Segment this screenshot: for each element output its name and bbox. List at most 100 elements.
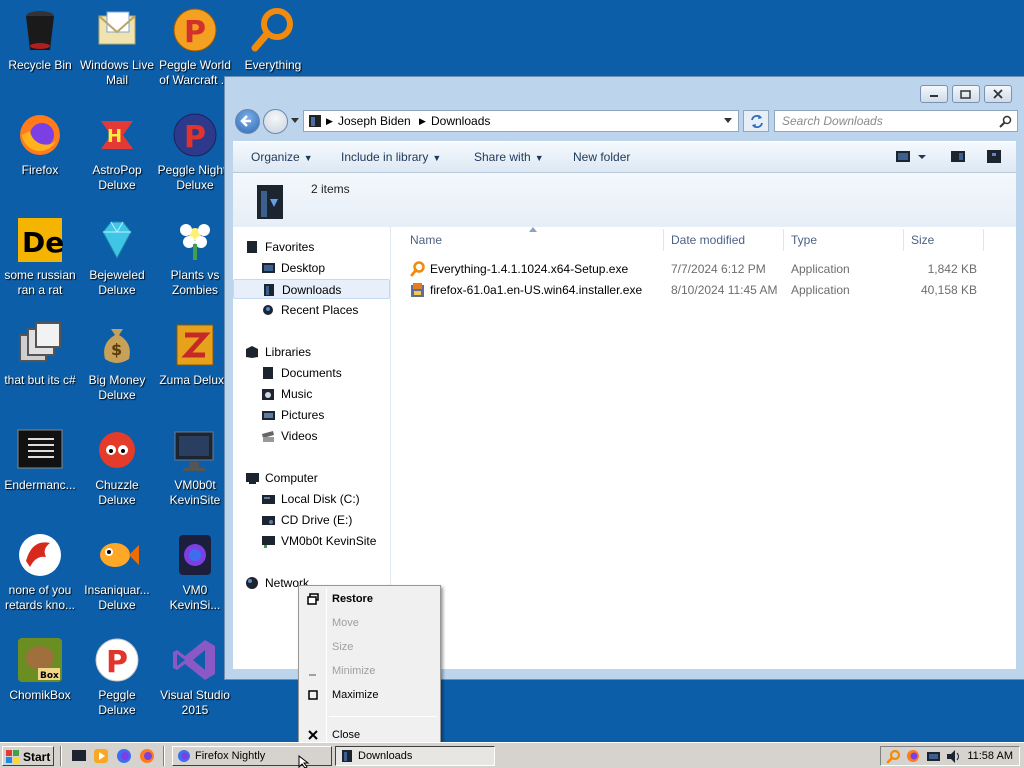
share-with-menu[interactable]: Share with ▼ bbox=[474, 150, 544, 164]
desktop-icon-astropop[interactable]: H AstroPop Deluxe bbox=[77, 105, 157, 205]
nav-downloads[interactable]: Downloads bbox=[233, 279, 390, 299]
desktop-icon-label: Recycle Bin bbox=[8, 58, 72, 72]
recycle-bin-icon bbox=[26, 11, 54, 50]
installer-icon bbox=[411, 283, 424, 297]
address-box[interactable]: ▶ Joseph Biden ▶ Downloads bbox=[303, 110, 739, 132]
taskbar-separator bbox=[163, 746, 165, 766]
nav-documents[interactable]: Documents bbox=[255, 363, 342, 383]
column-header-type[interactable]: Type bbox=[791, 233, 817, 247]
column-header-size[interactable]: Size bbox=[911, 233, 934, 247]
nav-videos[interactable]: Videos bbox=[255, 426, 317, 446]
media-player-icon[interactable] bbox=[93, 748, 109, 764]
desktop-icon-peggle-nights[interactable]: P Peggle Nights Deluxe bbox=[155, 105, 235, 205]
nav-pictures[interactable]: Pictures bbox=[255, 405, 324, 425]
network-tray-icon[interactable] bbox=[926, 749, 941, 764]
firefox-icon[interactable] bbox=[139, 748, 155, 764]
everything-tray-icon[interactable] bbox=[886, 749, 901, 764]
column-divider[interactable] bbox=[663, 229, 664, 251]
nav-libraries[interactable]: Libraries bbox=[245, 342, 311, 362]
desktop-icon-insaniquarium[interactable]: Insaniquar... Deluxe bbox=[77, 525, 157, 625]
firefox-icon bbox=[20, 115, 60, 155]
taskbar-button-downloads[interactable]: Downloads bbox=[335, 746, 495, 766]
window-context-menu: Restore Move Size Minimize Maximize Clos… bbox=[298, 585, 441, 751]
firefox-nightly-icon[interactable] bbox=[116, 748, 132, 764]
title-bar[interactable] bbox=[225, 77, 1024, 107]
chevron-down-icon: ▼ bbox=[432, 153, 442, 163]
breadcrumb-segment-downloads[interactable]: Downloads bbox=[431, 114, 490, 128]
desktop-icon-label: some russian ran a rat bbox=[4, 268, 76, 297]
mouse-cursor-icon bbox=[298, 755, 310, 768]
breadcrumb-segment-user[interactable]: Joseph Biden bbox=[338, 114, 411, 128]
quicklaunch-separator bbox=[60, 746, 62, 766]
desktop-icon-peggle-wow[interactable]: P Peggle World of Warcraft ... bbox=[155, 0, 235, 100]
preview-pane-icon[interactable] bbox=[950, 149, 966, 164]
include-in-library-menu[interactable]: Include in library ▼ bbox=[341, 150, 441, 164]
forward-button[interactable] bbox=[263, 109, 288, 134]
restore-button[interactable] bbox=[952, 85, 980, 103]
desktop-icon-label: Visual Studio 2015 bbox=[160, 688, 230, 717]
organize-menu[interactable]: Organize ▼ bbox=[251, 150, 313, 164]
search-placeholder: Search Downloads bbox=[782, 114, 883, 128]
refresh-button[interactable] bbox=[743, 110, 769, 132]
maximize-icon bbox=[308, 690, 318, 700]
desktop-icon-bejeweled[interactable]: Bejeweled Deluxe bbox=[77, 210, 157, 310]
menu-item-maximize[interactable]: Maximize bbox=[301, 684, 438, 706]
file-type: Application bbox=[791, 283, 850, 297]
desktop-icon-zuma[interactable]: Zuma Deluxe bbox=[155, 315, 235, 415]
back-button[interactable] bbox=[235, 109, 260, 134]
file-row[interactable]: Everything-1.4.1.1024.x64-Setup.exe 7/7/… bbox=[401, 259, 1006, 279]
desktop-icon-peggle-deluxe[interactable]: P Peggle Deluxe bbox=[77, 630, 157, 730]
desktop-icon-windows-live-mail[interactable]: Windows Live Mail bbox=[77, 0, 157, 100]
view-dropdown-icon[interactable] bbox=[917, 149, 927, 164]
desktop-icon-label: Zuma Deluxe bbox=[159, 373, 231, 387]
firefox-tray-icon[interactable] bbox=[906, 749, 921, 764]
start-button[interactable]: Start bbox=[2, 746, 54, 766]
address-dropdown-icon[interactable] bbox=[724, 118, 732, 124]
desktop-icon-some-russian[interactable]: De some russian ran a rat bbox=[0, 210, 80, 310]
menu-item-size: Size bbox=[301, 636, 438, 658]
nav-music[interactable]: Music bbox=[255, 384, 312, 404]
clock[interactable]: 11:58 AM bbox=[967, 750, 1013, 762]
desktop-icon-endermanch[interactable]: Endermanc... bbox=[0, 420, 80, 520]
column-divider[interactable] bbox=[983, 229, 984, 251]
desktop-icon-label: Plants vs Zombies bbox=[170, 268, 220, 297]
file-row[interactable]: firefox-61.0a1.en-US.win64.installer.exe… bbox=[401, 280, 1006, 300]
chuzzle-icon bbox=[99, 432, 135, 468]
desktop-icon-recycle-bin[interactable]: Recycle Bin bbox=[0, 0, 80, 100]
column-divider[interactable] bbox=[903, 229, 904, 251]
desktop-icon-chomikbox[interactable]: Box ChomikBox bbox=[0, 630, 80, 730]
desktop-icon-vm0b0t[interactable]: VM0b0t KevinSite bbox=[155, 420, 235, 520]
hamster-icon: Box bbox=[18, 638, 62, 682]
computer-icon bbox=[246, 473, 259, 484]
desktop-icon-chuzzle[interactable]: Chuzzle Deluxe bbox=[77, 420, 157, 520]
volume-icon[interactable] bbox=[946, 749, 961, 764]
desktop-icon-none-of-you[interactable]: none of you retards kno... bbox=[0, 525, 80, 625]
desktop-icon-vm0-kevinsite[interactable]: VM0 KevinSi... bbox=[155, 525, 235, 625]
nav-vm0b0t-kevinsite[interactable]: VM0b0t KevinSite bbox=[255, 531, 376, 551]
desktop-icon-that-but-c[interactable]: that but its c# bbox=[0, 315, 80, 415]
show-desktop-icon[interactable] bbox=[71, 748, 87, 764]
nav-desktop[interactable]: Desktop bbox=[255, 258, 325, 278]
search-input[interactable]: Search Downloads bbox=[774, 110, 1018, 132]
minimize-icon bbox=[930, 95, 938, 97]
nav-local-disk[interactable]: Local Disk (C:) bbox=[255, 489, 360, 509]
nav-cd-drive[interactable]: CD Drive (E:) bbox=[255, 510, 352, 530]
desktop-icon-visual-studio[interactable]: Visual Studio 2015 bbox=[155, 630, 235, 730]
column-header-name[interactable]: Name bbox=[410, 233, 442, 247]
new-folder-button[interactable]: New folder bbox=[573, 150, 630, 164]
nav-recent-places[interactable]: Recent Places bbox=[255, 300, 358, 320]
desktop-icon-pvz[interactable]: Plants vs Zombies bbox=[155, 210, 235, 310]
column-header-date-modified[interactable]: Date modified bbox=[671, 233, 745, 247]
help-icon[interactable] bbox=[986, 149, 1002, 164]
column-divider[interactable] bbox=[783, 229, 784, 251]
history-dropdown-icon[interactable] bbox=[291, 118, 299, 124]
minimize-button[interactable] bbox=[920, 85, 948, 103]
menu-item-restore[interactable]: Restore bbox=[301, 588, 438, 610]
change-view-icon[interactable] bbox=[895, 149, 911, 164]
nav-favorites[interactable]: Favorites bbox=[245, 237, 314, 257]
hard-drive-icon bbox=[262, 495, 275, 504]
close-button[interactable] bbox=[984, 85, 1012, 103]
desktop-icon-big-money[interactable]: $ Big Money Deluxe bbox=[77, 315, 157, 415]
desktop-icon-firefox[interactable]: Firefox bbox=[0, 105, 80, 205]
nav-computer[interactable]: Computer bbox=[245, 468, 318, 488]
